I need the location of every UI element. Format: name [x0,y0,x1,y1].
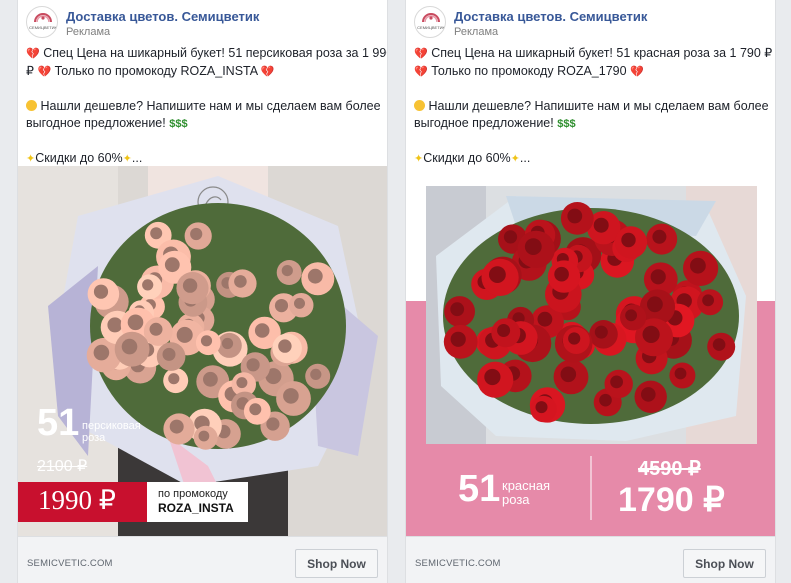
rose-count: 51 [458,468,501,510]
shop-now-button[interactable]: Shop Now [683,549,766,578]
ad-post: СЕМИЦВЕТИК Доставка цветов. Семицветик Р… [405,0,776,583]
text-line: Спец Цена на шикарный букет! 51 красная … [431,46,773,60]
ad-image[interactable]: 51 красная роза 4590 ₽ 1790 ₽ [406,166,775,536]
ad-image[interactable]: 51 персиковая роза 2100 ₽ 1990 ₽ по пром… [18,166,387,536]
promo-code: ROZA_INSTA [158,501,234,515]
rose-count: 51 [37,402,80,444]
caption-line: красная [502,478,551,493]
old-price: 2100 ₽ [37,458,88,475]
broken-heart-icon: 💔 [260,66,275,78]
sparkle-icon: ✦ [510,153,520,165]
post-text: 💔 Спец Цена на шикарный букет! 51 персик… [26,45,387,168]
post-text: 💔 Спец Цена на шикарный букет! 51 красна… [414,45,773,168]
broken-heart-icon: 💔 [37,66,52,78]
avatar-text: СЕМИЦВЕТИК [417,25,445,30]
ad-post: СЕМИЦВЕТИК Доставка цветов. Семицветик Р… [17,0,388,583]
broken-heart-icon: 💔 [414,48,428,60]
avatar[interactable]: СЕМИЦВЕТИК [26,6,58,38]
caption-line: роза [82,432,106,444]
sponsored-label[interactable]: Реклама [454,26,498,38]
text-line: Только по промокоду ROZA_INSTA [54,64,258,78]
crying-face-icon [414,100,425,111]
text-line: Скидки до 60% [35,151,123,165]
shop-now-button[interactable]: Shop Now [295,549,378,578]
page-name-link[interactable]: Доставка цветов. Семицветик [454,9,647,24]
see-more-link[interactable]: ... [520,151,530,165]
site-domain: SEMICVETIC.COM [415,558,501,569]
post-footer: SEMICVETIC.COM Shop Now [406,536,775,583]
bouquet-image [18,166,387,536]
text-line: Скидки до 60% [423,151,511,165]
broken-heart-icon: 💔 [414,66,428,78]
brand-logo-icon: СЕМИЦВЕТИК [417,13,445,30]
see-more-link[interactable]: ... [132,151,142,165]
money-bag-icon: $$$ [169,118,188,130]
text-line: выгодное предложение! [414,116,554,130]
sponsored-label[interactable]: Реклама [66,26,110,38]
caption-line: роза [502,492,530,507]
text-line: Спец Цена на шикарный букет! 51 персиков… [43,46,388,60]
ruble-sign: ₽ [26,64,34,78]
page-name-link[interactable]: Доставка цветов. Семицветик [66,9,259,24]
post-header: СЕМИЦВЕТИК Доставка цветов. Семицветик Р… [414,6,769,42]
sparkle-icon: ✦ [26,153,36,165]
sparkle-icon: ✦ [122,153,132,165]
new-price: 1790 ₽ [618,481,725,519]
crying-face-icon [26,100,37,111]
old-price: 4590 ₽ [638,458,701,480]
sparkle-icon: ✦ [414,153,424,165]
text-line: Нашли дешевле? Напишите нам и мы сделаем… [40,99,381,113]
post-header: СЕМИЦВЕТИК Доставка цветов. Семицветик Р… [26,6,381,42]
brand-logo-icon: СЕМИЦВЕТИК [29,13,57,30]
money-bag-icon: $$$ [557,118,576,130]
text-line: выгодное предложение! [26,116,166,130]
text-line: Нашли дешевле? Напишите нам и мы сделаем… [428,99,769,113]
text-line: Только по промокоду ROZA_1790 [431,64,627,78]
new-price: 1990 ₽ [38,485,116,515]
promo-label: по промокоду [158,488,228,500]
site-domain: SEMICVETIC.COM [27,558,113,569]
broken-heart-icon: 💔 [26,48,40,60]
post-footer: SEMICVETIC.COM Shop Now [18,536,387,583]
avatar-text: СЕМИЦВЕТИК [29,25,57,30]
broken-heart-icon: 💔 [630,66,644,78]
avatar[interactable]: СЕМИЦВЕТИК [414,6,446,38]
